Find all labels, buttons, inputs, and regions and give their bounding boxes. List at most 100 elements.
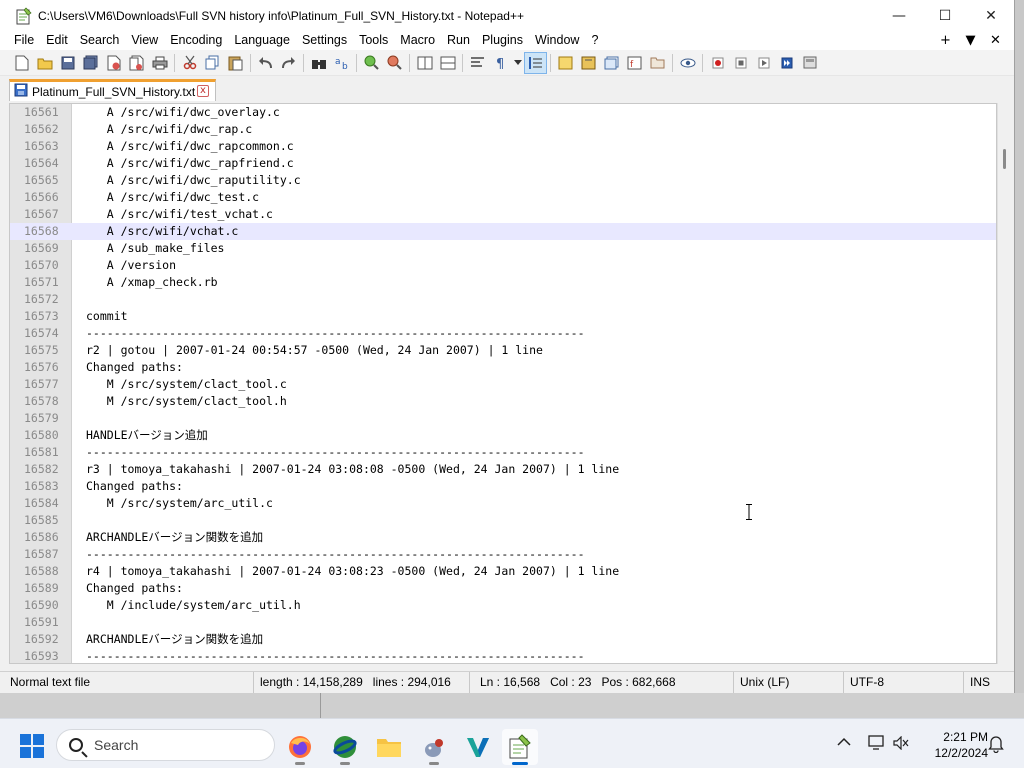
open-file-icon[interactable]: [33, 52, 56, 74]
zoom-out-icon[interactable]: [383, 52, 406, 74]
editor-line[interactable]: 16579: [10, 410, 996, 427]
document-list-icon[interactable]: [600, 52, 623, 74]
menu-macro[interactable]: Macro: [394, 31, 441, 50]
editor-line[interactable]: 16567 A /src/wifi/test_vchat.c: [10, 206, 996, 223]
editor-line[interactable]: 16591: [10, 614, 996, 631]
status-encoding[interactable]: UTF-8: [844, 672, 964, 693]
show-all-characters-icon[interactable]: ¶: [489, 52, 512, 74]
new-tab-button[interactable]: +: [933, 33, 958, 48]
menu-view[interactable]: View: [125, 31, 164, 50]
function-list-icon[interactable]: f: [623, 52, 646, 74]
dropdown-arrow-icon[interactable]: [512, 52, 524, 74]
tab-platinum-full-svn-history[interactable]: Platinum_Full_SVN_History.txt x: [9, 79, 216, 101]
status-eol[interactable]: Unix (LF): [734, 672, 844, 693]
editor-line[interactable]: 16585: [10, 512, 996, 529]
menu-search[interactable]: Search: [74, 31, 126, 50]
editor-line[interactable]: 16564 A /src/wifi/dwc_rapfriend.c: [10, 155, 996, 172]
copy-icon[interactable]: [201, 52, 224, 74]
editor-line[interactable]: 16563 A /src/wifi/dwc_rapcommon.c: [10, 138, 996, 155]
close-file-icon[interactable]: [102, 52, 125, 74]
menu-run[interactable]: Run: [441, 31, 476, 50]
close-all-icon[interactable]: [125, 52, 148, 74]
document-map-icon[interactable]: [577, 52, 600, 74]
editor-line[interactable]: 16574 -----------------------------------…: [10, 325, 996, 342]
menu-help[interactable]: ?: [585, 31, 604, 50]
editor-line[interactable]: 16562 A /src/wifi/dwc_rap.c: [10, 121, 996, 138]
editor-line[interactable]: 16570 A /version: [10, 257, 996, 274]
editor-line[interactable]: 16593 -----------------------------------…: [10, 648, 996, 663]
chevron-up-icon[interactable]: [837, 736, 851, 750]
print-icon[interactable]: [148, 52, 171, 74]
menu-settings[interactable]: Settings: [296, 31, 353, 50]
record-macro-icon[interactable]: [706, 52, 729, 74]
new-file-icon[interactable]: [10, 52, 33, 74]
save-all-icon[interactable]: [79, 52, 102, 74]
indent-guide-icon[interactable]: [524, 51, 547, 74]
find-icon[interactable]: [307, 52, 330, 74]
editor-line[interactable]: 16587 -----------------------------------…: [10, 546, 996, 563]
tab-close-icon[interactable]: x: [197, 85, 209, 97]
firefox-taskbar-icon[interactable]: [282, 729, 318, 765]
status-insert-mode[interactable]: INS: [964, 672, 1004, 693]
text-editor[interactable]: 16561 A /src/wifi/dwc_overlay.c 16562 A /…: [9, 103, 997, 664]
notepadpp-taskbar-icon[interactable]: [502, 729, 538, 765]
editor-line[interactable]: 16576 Changed paths:: [10, 359, 996, 376]
cut-icon[interactable]: [178, 52, 201, 74]
windows-start-icon[interactable]: [20, 734, 44, 758]
save-icon[interactable]: [56, 52, 79, 74]
paste-icon[interactable]: [224, 52, 247, 74]
volume-muted-icon[interactable]: [893, 735, 909, 753]
redo-icon[interactable]: [277, 52, 300, 74]
stop-macro-icon[interactable]: [729, 52, 752, 74]
editor-line[interactable]: 16584 M /src/system/arc_util.c: [10, 495, 996, 512]
menu-encoding[interactable]: Encoding: [164, 31, 228, 50]
menu-language[interactable]: Language: [228, 31, 296, 50]
editor-line[interactable]: 16586 ARCHANDLEバージョン関数を追加: [10, 529, 996, 546]
editor-line[interactable]: 16561 A /src/wifi/dwc_overlay.c: [10, 104, 996, 121]
editor-line[interactable]: 16573 commit: [10, 308, 996, 325]
menu-plugins[interactable]: Plugins: [476, 31, 529, 50]
title-bar[interactable]: C:\Users\VM6\Downloads\Full SVN history …: [0, 0, 1014, 31]
user-language-icon[interactable]: [554, 52, 577, 74]
save-macro-icon[interactable]: [798, 52, 821, 74]
run-macro-multiple-icon[interactable]: [775, 52, 798, 74]
vs-app-taskbar-icon[interactable]: [460, 729, 496, 765]
editor-line[interactable]: 16590 M /include/system/arc_util.h: [10, 597, 996, 614]
editor-line[interactable]: 16565 A /src/wifi/dwc_raputility.c: [10, 172, 996, 189]
editor-line[interactable]: 16566 A /src/wifi/dwc_test.c: [10, 189, 996, 206]
vertical-scrollbar[interactable]: [997, 103, 1014, 664]
menu-edit[interactable]: Edit: [40, 31, 74, 50]
file-explorer-taskbar-icon[interactable]: [371, 729, 407, 765]
editor-line[interactable]: 16578 M /src/system/clact_tool.h: [10, 393, 996, 410]
editor-line[interactable]: 16577 M /src/system/clact_tool.c: [10, 376, 996, 393]
editor-line[interactable]: 16580 HANDLEバージョン追加: [10, 427, 996, 444]
bird-app-taskbar-icon[interactable]: [416, 729, 452, 765]
editor-line[interactable]: 16582 r3 | tomoya_takahashi | 2007-01-24 …: [10, 461, 996, 478]
minimize-button[interactable]: —: [876, 0, 922, 31]
folder-workspace-icon[interactable]: [646, 52, 669, 74]
notification-bell-icon[interactable]: [988, 735, 1004, 756]
network-globe-taskbar-icon[interactable]: [327, 729, 363, 765]
menu-file[interactable]: File: [8, 31, 40, 50]
close-tab-button[interactable]: ✕: [983, 33, 1008, 48]
editor-line[interactable]: 16568 A /src/wifi/vchat.c: [10, 223, 996, 240]
sync-horizontal-icon[interactable]: [436, 52, 459, 74]
editor-line[interactable]: 16592 ARCHANDLEバージョン関数を追加: [10, 631, 996, 648]
editor-line[interactable]: 16575 r2 | gotou | 2007-01-24 00:54:57 -0…: [10, 342, 996, 359]
scrollbar-thumb[interactable]: [1003, 149, 1006, 169]
network-monitor-icon[interactable]: [868, 735, 886, 754]
editor-line[interactable]: 16581 -----------------------------------…: [10, 444, 996, 461]
editor-line[interactable]: 16571 A /xmap_check.rb: [10, 274, 996, 291]
sync-vertical-icon[interactable]: [413, 52, 436, 74]
editor-line[interactable]: 16572: [10, 291, 996, 308]
menu-window[interactable]: Window: [529, 31, 585, 50]
close-button[interactable]: ✕: [968, 0, 1014, 31]
zoom-in-icon[interactable]: [360, 52, 383, 74]
editor-line[interactable]: 16569 A /sub_make_files: [10, 240, 996, 257]
undo-icon[interactable]: [254, 52, 277, 74]
menu-tools[interactable]: Tools: [353, 31, 394, 50]
tab-list-button[interactable]: ▼: [958, 33, 983, 48]
monitoring-eye-icon[interactable]: [676, 52, 699, 74]
system-clock[interactable]: 2:21 PM 12/2/2024: [918, 729, 988, 761]
maximize-button[interactable]: ☐: [922, 0, 968, 31]
